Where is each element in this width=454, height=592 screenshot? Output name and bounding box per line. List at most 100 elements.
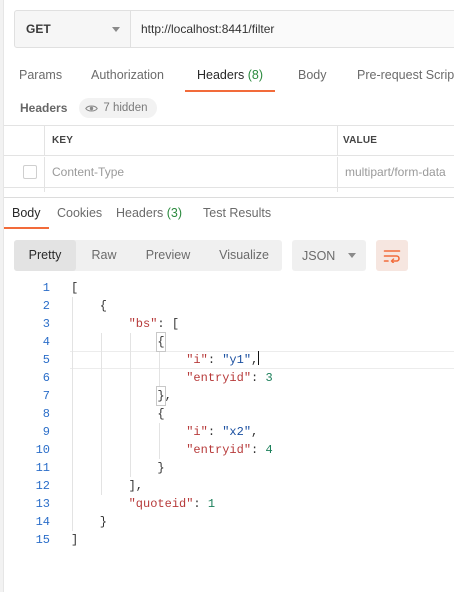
format-select[interactable]: JSON <box>292 240 366 271</box>
tab-authorization[interactable]: Authorization <box>91 58 164 92</box>
row-checkbox[interactable] <box>23 165 37 179</box>
column-header-value: VALUE <box>343 135 378 146</box>
view-visualize-button[interactable]: Visualize <box>208 240 280 271</box>
code-line: 9 "i": "x2", <box>0 423 454 441</box>
tab-test-results[interactable]: Test Results <box>203 200 271 228</box>
hidden-headers-toggle[interactable]: 7 hidden <box>79 98 157 118</box>
code-line: 13 "quoteid": 1 <box>0 495 454 513</box>
line-number: 10 <box>35 443 50 457</box>
hidden-headers-label: 7 hidden <box>103 102 148 114</box>
code-text: "bs": [ <box>71 315 179 333</box>
code-token: "i" <box>186 425 208 439</box>
code-text: ], <box>71 477 143 495</box>
line-number: 6 <box>42 371 50 385</box>
line-number: 8 <box>42 407 50 421</box>
code-text: { <box>71 332 166 352</box>
line-number: 11 <box>35 461 50 475</box>
tab-pre-request-script[interactable]: Pre-request Script <box>357 58 454 92</box>
header-value-cell[interactable]: multipart/form-data <box>345 157 446 187</box>
code-text: } <box>71 459 164 477</box>
code-token: [ <box>71 281 79 295</box>
line-number: 5 <box>42 353 50 367</box>
response-headers-count: (3) <box>166 206 183 220</box>
line-number: 3 <box>42 317 50 331</box>
code-token: } <box>156 386 166 406</box>
code-token: { <box>71 407 165 421</box>
code-token: "entryid" <box>186 371 252 385</box>
headers-title: Headers <box>20 101 68 115</box>
code-token: , <box>251 425 259 439</box>
code-line: 15] <box>0 531 454 549</box>
chevron-down-icon <box>112 26 120 32</box>
method-select[interactable]: GET <box>15 11 131 47</box>
tab-params[interactable]: Params <box>19 58 62 92</box>
tab-response-body[interactable]: Body <box>4 200 48 229</box>
column-header-key: KEY <box>52 135 74 146</box>
code-token: } <box>71 515 108 529</box>
view-raw-button[interactable]: Raw <box>80 240 128 271</box>
headers-table: KEY VALUE Content-Type multipart/form-da… <box>4 125 454 192</box>
code-token: "bs" <box>128 317 158 331</box>
response-tabs: Body Cookies Headers (3) Test Results <box>0 200 454 229</box>
code-token: 4 <box>265 443 273 457</box>
line-number: 4 <box>42 335 50 349</box>
response-divider[interactable] <box>4 197 454 198</box>
view-preview-button[interactable]: Preview <box>134 240 202 271</box>
code-token: : <box>251 443 266 457</box>
code-line: 6 "entryid": 3 <box>0 369 454 387</box>
code-text: { <box>71 297 107 315</box>
code-text: "quoteid": 1 <box>71 495 215 513</box>
line-number: 9 <box>42 425 50 439</box>
code-line: 12 ], <box>0 477 454 495</box>
code-text: [ <box>71 279 78 297</box>
tab-body[interactable]: Body <box>298 58 327 92</box>
code-text: } <box>71 513 107 531</box>
url-text: http://localhost:8441/filter <box>141 22 275 36</box>
table-row-next <box>4 188 454 192</box>
code-text: "i": "y1", <box>71 351 260 369</box>
code-token: { <box>71 299 108 313</box>
line-number: 14 <box>35 515 50 529</box>
headers-count: (8) <box>247 68 264 82</box>
code-token: : <box>207 353 223 367</box>
line-number: 12 <box>35 479 50 493</box>
code-line: 4 { <box>0 332 454 352</box>
wrap-lines-icon <box>383 249 401 263</box>
code-line: 2 { <box>0 297 454 315</box>
code-token: "i" <box>186 353 208 367</box>
code-token: "x2" <box>222 425 252 439</box>
code-token: ], <box>71 479 144 493</box>
response-body-editor[interactable]: 1[2 {3 "bs": [4 {5 "i": "y1", 6 "entryid"… <box>0 279 454 549</box>
code-line: 7 }, <box>0 386 454 406</box>
code-line: 1[ <box>0 279 454 297</box>
tab-headers[interactable]: Headers (8) <box>184 58 276 92</box>
tab-response-headers[interactable]: Headers (3) <box>116 200 182 228</box>
code-line: 14 } <box>0 513 454 531</box>
line-number: 7 <box>42 389 50 403</box>
line-number: 13 <box>35 497 50 511</box>
headers-toolbar: Headers 7 hidden <box>20 98 157 118</box>
request-bar: GET http://localhost:8441/filter <box>14 10 454 48</box>
request-tabs: Params Authorization Headers (8) Body Pr… <box>0 58 454 92</box>
table-header-row: KEY VALUE <box>4 126 454 156</box>
code-token: 3 <box>265 371 273 385</box>
line-number: 2 <box>42 299 50 313</box>
header-key-cell[interactable]: Content-Type <box>52 157 124 187</box>
wrap-lines-button[interactable] <box>376 240 408 271</box>
code-token: "y1" <box>222 353 252 367</box>
tab-cookies[interactable]: Cookies <box>57 200 102 228</box>
line-number: 15 <box>35 533 50 547</box>
url-input[interactable]: http://localhost:8441/filter <box>131 11 454 47</box>
text-caret <box>258 351 260 365</box>
method-label: GET <box>26 22 51 36</box>
code-token: { <box>156 332 166 352</box>
view-pretty-button[interactable]: Pretty <box>14 240 76 271</box>
